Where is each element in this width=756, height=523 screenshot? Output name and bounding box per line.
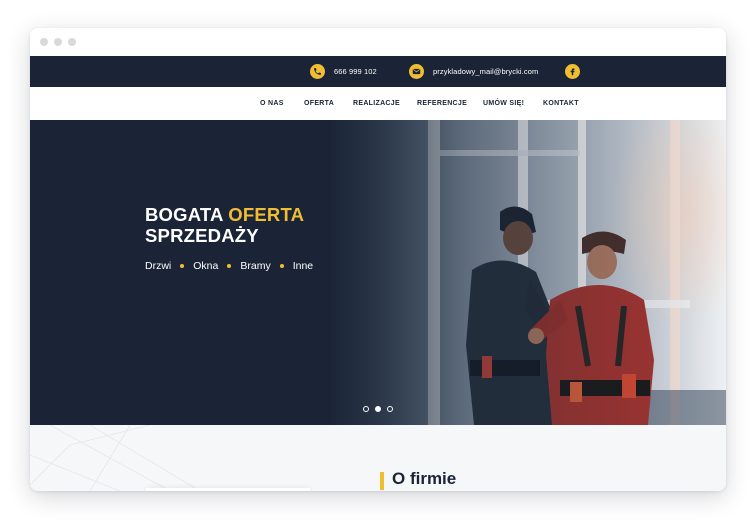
hero-title-accent: OFERTA — [228, 204, 305, 225]
facebook-link[interactable] — [565, 56, 580, 87]
email-contact[interactable]: przykladowy_mail@brycki.com — [409, 56, 538, 87]
phone-number: 666 999 102 — [334, 67, 377, 76]
about-title: O firmie — [392, 469, 457, 488]
nav-item-umow-sie[interactable]: UMÓW SIĘ! — [483, 87, 524, 120]
slide-indicator-1[interactable] — [363, 406, 369, 412]
hero-photo — [30, 120, 726, 425]
phone-contact[interactable]: 666 999 102 — [310, 56, 377, 87]
nav-item-realizacje[interactable]: REALIZACJE — [353, 87, 400, 120]
window-maximize-dot[interactable] — [68, 38, 76, 46]
email-address: przykladowy_mail@brycki.com — [433, 67, 539, 76]
contact-topbar: 666 999 102 przykladowy_mail@brycki.com — [30, 56, 726, 87]
browser-chrome — [30, 28, 726, 56]
window-close-dot[interactable] — [40, 38, 48, 46]
category-drzwi[interactable]: Drzwi — [145, 260, 171, 272]
hero-categories: Drzwi Okna Bramy Inne — [145, 260, 313, 272]
category-okna[interactable]: Okna — [193, 260, 218, 272]
main-nav: O NAS OFERTA REALIZACJE REFERENCJE UMÓW … — [30, 87, 726, 121]
title-accent-bar — [380, 472, 384, 490]
facebook-icon — [565, 64, 580, 79]
bullet-dot — [180, 264, 185, 268]
slider-indicators — [363, 406, 399, 412]
slide-indicator-3[interactable] — [387, 406, 393, 412]
hero-slider: BOGATA OFERTA SPRZEDAŻY Drzwi Okna Bramy… — [30, 120, 726, 425]
hero-title-line2: SPRZEDAŻY — [145, 225, 259, 246]
hero-title: BOGATA OFERTA SPRZEDAŻY — [145, 204, 304, 246]
bullet-dot — [227, 264, 232, 268]
slide-indicator-2[interactable] — [375, 406, 381, 412]
hero-title-white: BOGATA — [145, 204, 223, 225]
nav-item-oferta[interactable]: OFERTA — [304, 87, 334, 120]
background-lines — [30, 425, 201, 491]
category-bramy[interactable]: Bramy — [240, 260, 270, 272]
mail-icon — [409, 64, 424, 79]
nav-item-o-nas[interactable]: O NAS — [260, 87, 284, 120]
bullet-dot — [279, 264, 284, 268]
window-minimize-dot[interactable] — [54, 38, 62, 46]
category-inne[interactable]: Inne — [293, 260, 313, 272]
phone-icon — [310, 64, 325, 79]
browser-window: 666 999 102 przykladowy_mail@brycki.com … — [30, 28, 726, 491]
about-image-card — [146, 488, 310, 491]
about-section: O firmie — [30, 425, 726, 491]
nav-item-kontakt[interactable]: KONTAKT — [543, 87, 579, 120]
nav-item-referencje[interactable]: REFERENCJE — [417, 87, 467, 120]
